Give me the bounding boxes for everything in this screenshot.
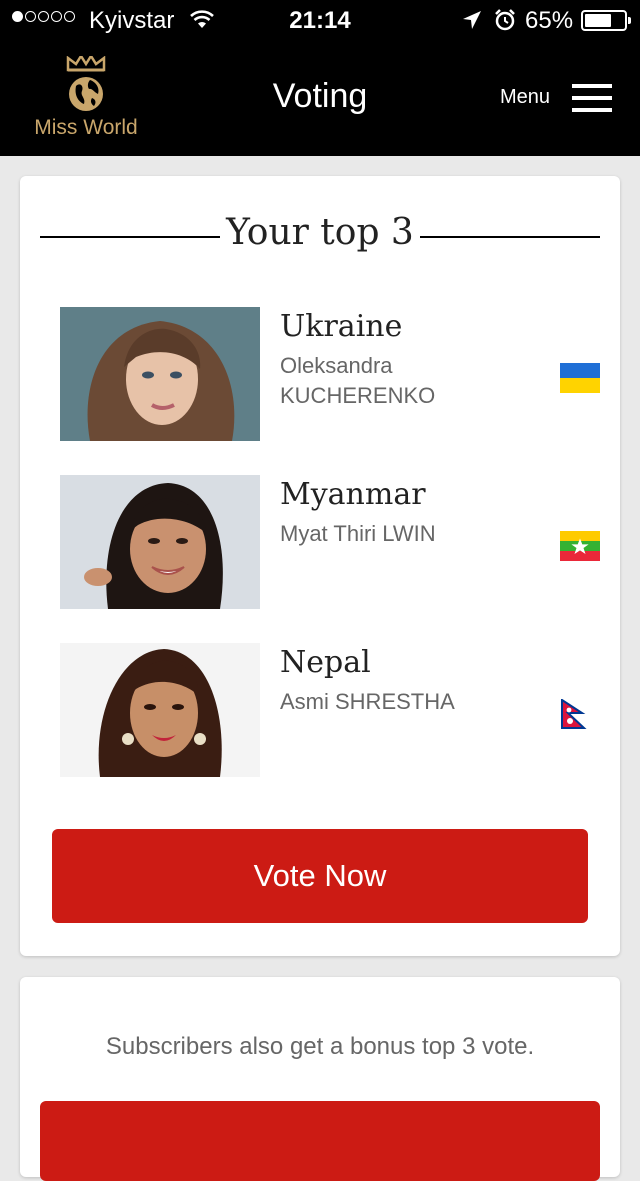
section-title-text: Your top 3 xyxy=(226,212,414,253)
myanmar-flag-icon xyxy=(560,531,600,561)
contestant-photo xyxy=(60,643,260,777)
subscribe-button[interactable] xyxy=(40,1101,600,1181)
battery-icon xyxy=(581,10,631,31)
contestant-country: Nepal xyxy=(280,645,371,680)
contestant-photo xyxy=(60,475,260,609)
section-title: Your top 3 xyxy=(40,208,600,258)
subscriber-bonus-text: Subscribers also get a bonus top 3 vote. xyxy=(105,1033,535,1060)
nepal-flag-icon xyxy=(560,698,600,729)
contestant-item-ukraine[interactable]: Ukraine Oleksandra KUCHERENKO xyxy=(60,307,600,441)
alarm-clock-icon xyxy=(493,8,517,39)
contestant-photo xyxy=(60,307,260,441)
contestant-country: Myanmar xyxy=(280,477,426,512)
contestant-item-myanmar[interactable]: Myanmar Myat Thiri LWIN xyxy=(60,475,600,609)
contestant-item-nepal[interactable]: Nepal Asmi SHRESTHA xyxy=(60,643,600,777)
logo-text: Miss World xyxy=(34,116,138,139)
battery-percent: 65% xyxy=(525,7,574,34)
contestant-name: Asmi SHRESTHA xyxy=(280,689,455,714)
hamburger-menu-icon[interactable] xyxy=(572,84,612,112)
ukraine-flag-icon xyxy=(560,363,600,393)
menu-label[interactable]: Menu xyxy=(500,86,550,109)
location-arrow-icon xyxy=(461,9,483,38)
subscriber-card: Subscribers also get a bonus top 3 vote. xyxy=(20,977,620,1181)
contestant-name: Oleksandra KUCHERENKO xyxy=(280,353,436,408)
contestant-name: Myat Thiri LWIN xyxy=(280,521,436,546)
app-header: Miss World Voting Menu xyxy=(0,40,640,156)
vote-now-button[interactable]: Vote Now xyxy=(52,829,588,923)
contestant-country: Ukraine xyxy=(280,309,403,344)
status-bar: Kyivstar 21:14 65% xyxy=(0,0,640,40)
top3-card: Your top 3 Ukraine Oleksandra KUCHERENKO xyxy=(20,176,620,956)
title-divider-right xyxy=(420,236,600,238)
